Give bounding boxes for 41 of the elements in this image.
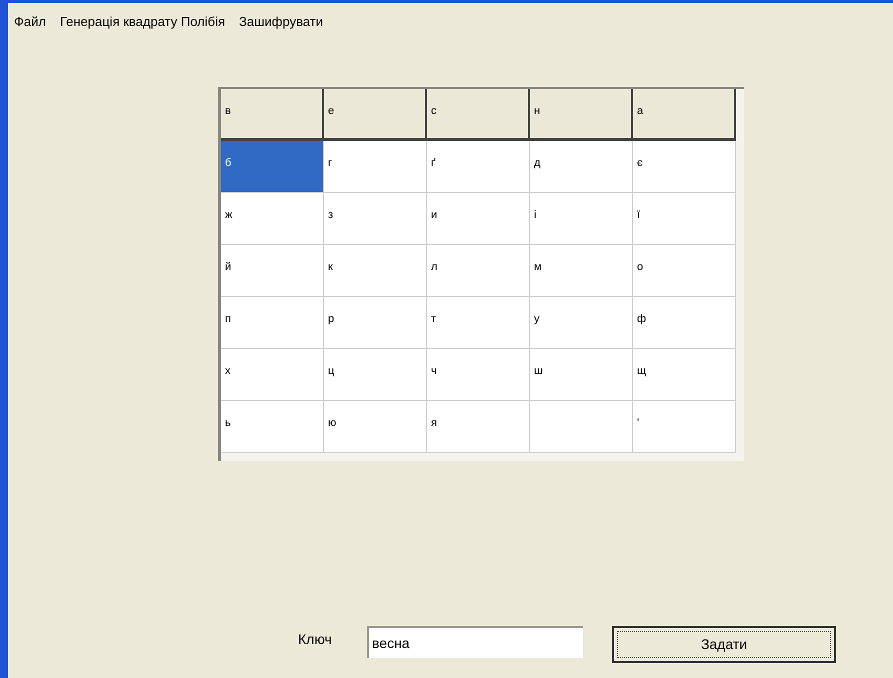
table-cell[interactable]: ч [427, 349, 530, 401]
table-cell[interactable]: ї [633, 193, 736, 245]
table-cell[interactable]: з [324, 193, 427, 245]
table-cell[interactable]: ь [221, 401, 324, 453]
table-cell[interactable]: і [530, 193, 633, 245]
table-cell[interactable]: ф [633, 297, 736, 349]
header-cell: с [427, 89, 530, 141]
header-cell: а [633, 89, 736, 141]
table-cell[interactable]: ш [530, 349, 633, 401]
header-cell: е [324, 89, 427, 141]
menu-item[interactable]: Файл [14, 12, 46, 32]
key-input[interactable]: весна [367, 626, 583, 658]
table-cell[interactable]: я [427, 401, 530, 453]
header-cell: н [530, 89, 633, 141]
table-cell[interactable]: и [427, 193, 530, 245]
table-cell[interactable]: й [221, 245, 324, 297]
key-label: Ключ [298, 630, 333, 649]
table-cell[interactable]: б [221, 141, 324, 193]
table-cell[interactable]: ю [324, 401, 427, 453]
table-cell[interactable]: ґ [427, 141, 530, 193]
table-cell[interactable]: ' [633, 401, 736, 453]
table-cell[interactable]: у [530, 297, 633, 349]
table-cell[interactable]: л [427, 245, 530, 297]
table-cell[interactable]: є [633, 141, 736, 193]
table-cell[interactable]: т [427, 297, 530, 349]
table-cell[interactable]: м [530, 245, 633, 297]
table-cell[interactable]: к [324, 245, 427, 297]
menu-item[interactable]: Генерація квадрату Полібія [60, 12, 226, 32]
table-cell[interactable]: п [221, 297, 324, 349]
set-button[interactable]: Задати [612, 626, 836, 663]
table-cell[interactable]: р [324, 297, 427, 349]
table-cell[interactable]: ц [324, 349, 427, 401]
table-cell[interactable]: щ [633, 349, 736, 401]
table-cell[interactable]: о [633, 245, 736, 297]
table-cell[interactable]: х [221, 349, 324, 401]
table-cell[interactable]: д [530, 141, 633, 193]
table-cell[interactable] [530, 401, 633, 453]
menu-item[interactable]: Зашифрувати [239, 12, 323, 32]
table-cell[interactable]: г [324, 141, 427, 193]
header-cell: в [221, 89, 324, 141]
table-cell[interactable]: ж [221, 193, 324, 245]
